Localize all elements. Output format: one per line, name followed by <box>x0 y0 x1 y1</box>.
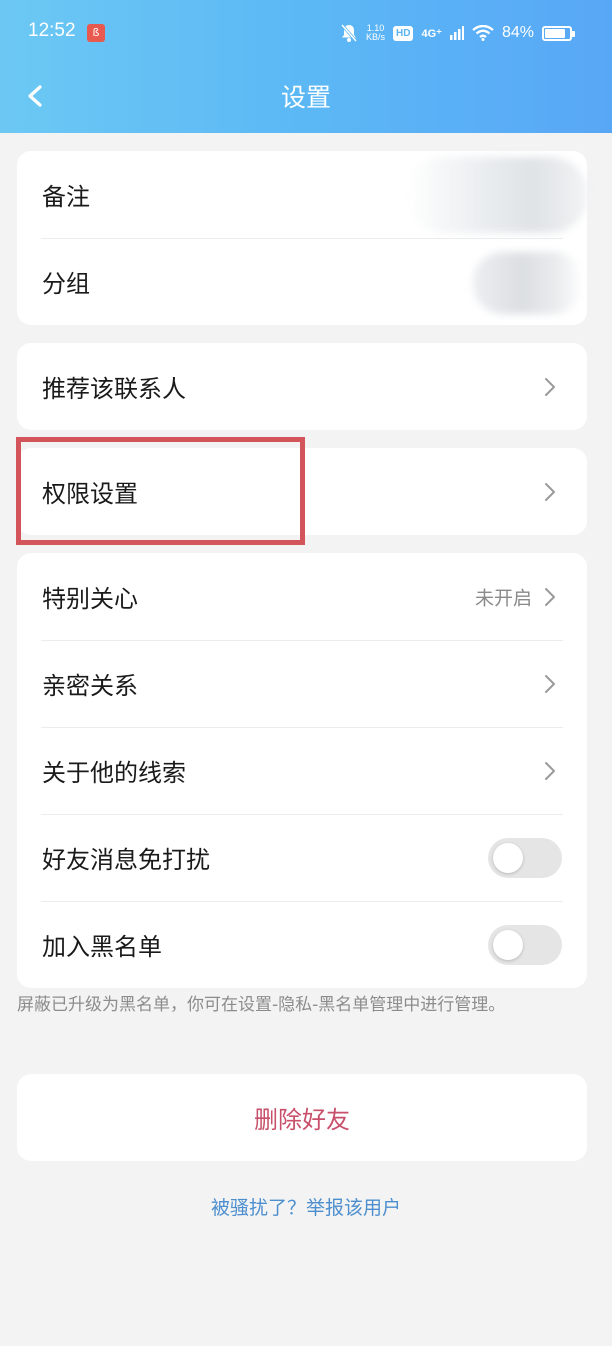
battery-level <box>545 28 565 38</box>
special-care-label: 特别关心 <box>42 585 138 613</box>
battery-percent: 84% <box>501 24 534 41</box>
recommend-contact-row[interactable]: 推荐该联系人 <box>17 343 587 430</box>
permission-card: 权限设置 <box>17 448 587 535</box>
hd-badge: HD <box>393 25 414 41</box>
app-notification-icon: ß <box>87 24 105 42</box>
chevron-right-icon <box>545 761 555 780</box>
remark-value-blurred <box>407 157 587 233</box>
group-label: 分组 <box>42 270 90 298</box>
blacklist-toggle[interactable] <box>488 924 562 965</box>
delete-friend-label: 删除好友 <box>254 1106 350 1134</box>
header: 12:52 ß 1.10 KB/s HD 4G⁺ 84% 设置 <box>0 0 612 133</box>
signal-icon <box>449 26 464 40</box>
mute-messages-row: 好友消息免打扰 <box>17 814 587 901</box>
clues-row[interactable]: 关于他的线索 <box>17 727 587 814</box>
blacklist-label: 加入黑名单 <box>42 933 162 961</box>
network-type: 4G⁺ <box>421 27 442 40</box>
chevron-right-icon <box>545 482 555 501</box>
permission-settings-label: 权限设置 <box>42 480 138 508</box>
remark-row[interactable]: 备注 <box>17 151 587 238</box>
remark-label: 备注 <box>42 183 90 211</box>
recommend-contact-label: 推荐该联系人 <box>42 375 186 403</box>
status-icons: 1.10 KB/s HD 4G⁺ 84% <box>340 22 575 44</box>
group-value-blurred <box>473 252 583 314</box>
status-bar: 12:52 ß 1.10 KB/s HD 4G⁺ 84% <box>0 0 612 66</box>
mute-messages-toggle[interactable] <box>488 837 562 878</box>
recommend-card: 推荐该联系人 <box>17 343 587 430</box>
net-speed-unit: KB/s <box>366 32 386 42</box>
special-care-row[interactable]: 特别关心 未开启 <box>17 553 587 640</box>
bell-muted-icon <box>340 24 358 42</box>
delete-friend-button[interactable]: 删除好友 <box>17 1074 587 1161</box>
group-row[interactable]: 分组 <box>17 238 587 325</box>
report-user-link[interactable]: 被骚扰了？举报该用户 <box>0 1193 612 1220</box>
toggle-knob <box>493 842 523 873</box>
intimate-relation-row[interactable]: 亲密关系 <box>17 640 587 727</box>
chevron-right-icon <box>545 674 555 693</box>
chevron-right-icon <box>545 587 555 606</box>
wifi-icon <box>472 25 494 41</box>
profile-card: 备注 分组 <box>17 151 587 325</box>
chevron-right-icon <box>545 377 555 396</box>
blacklist-note: 屏蔽已升级为黑名单，你可在设置-隐私-黑名单管理中进行管理。 <box>17 995 506 1015</box>
relation-card: 特别关心 未开启 亲密关系 关于他的线索 好友消息免打扰 加入黑名单 <box>17 553 587 988</box>
clues-label: 关于他的线索 <box>42 759 186 787</box>
nav-bar: 设置 <box>0 66 612 126</box>
permission-settings-row[interactable]: 权限设置 <box>17 448 587 535</box>
special-care-status: 未开启 <box>474 587 532 609</box>
mute-messages-label: 好友消息免打扰 <box>42 846 210 874</box>
blacklist-row: 加入黑名单 <box>17 901 587 988</box>
toggle-knob <box>493 929 523 960</box>
status-time: 12:52 <box>28 20 76 41</box>
intimate-relation-label: 亲密关系 <box>42 672 138 700</box>
net-speed: 1.10 KB/s <box>366 24 385 42</box>
page-title: 设置 <box>280 83 331 112</box>
battery-icon <box>542 25 575 41</box>
